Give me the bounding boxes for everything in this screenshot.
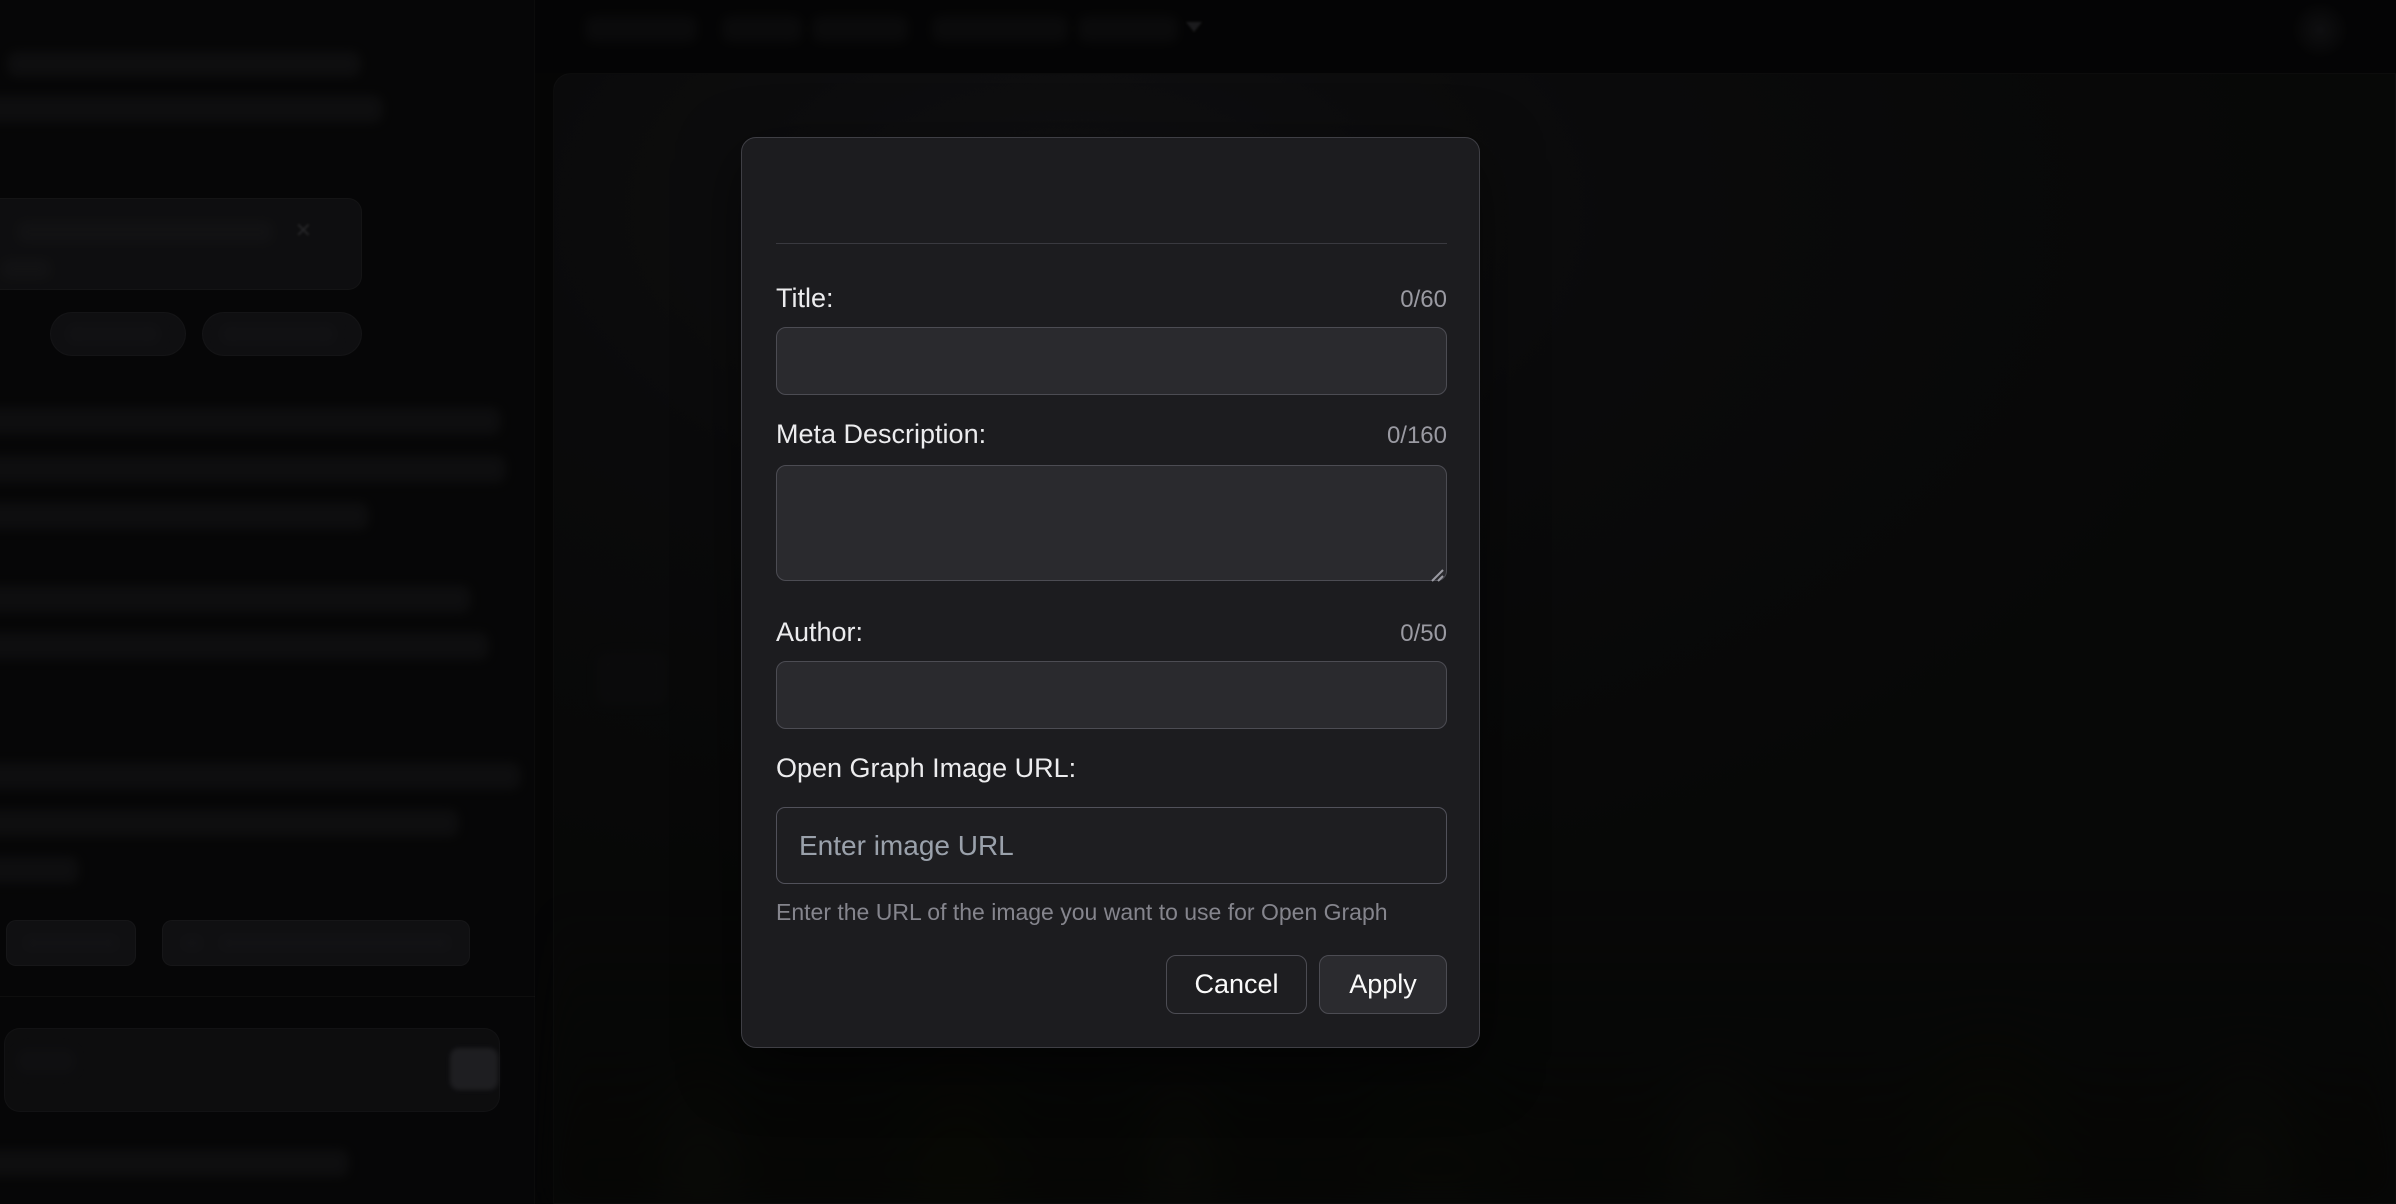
og-image-label: Open Graph Image URL: (776, 753, 1076, 783)
title-label: Title: (776, 283, 834, 314)
title-input[interactable] (776, 327, 1447, 395)
cancel-button[interactable]: Cancel (1166, 955, 1307, 1014)
author-label: Author: (776, 617, 863, 648)
og-image-field-header: Open Graph Image URL: (776, 753, 1447, 784)
og-helper-text: Enter the URL of the image you want to u… (776, 899, 1447, 926)
meta-description-counter: 0/160 (1387, 422, 1447, 450)
meta-description-field-header: Meta Description: 0/160 (776, 419, 1447, 450)
og-image-url-input[interactable] (776, 807, 1447, 884)
author-counter: 0/50 (1400, 620, 1447, 648)
meta-description-label: Meta Description: (776, 419, 986, 450)
divider (776, 243, 1447, 244)
title-counter: 0/60 (1400, 286, 1447, 314)
author-field-header: Author: 0/50 (776, 617, 1447, 648)
settings-modal: Settings Title: 0/60 Meta Description: 0… (741, 137, 1480, 1048)
app-window: ✕ (0, 0, 2396, 1204)
author-input[interactable] (776, 661, 1447, 729)
meta-description-textarea[interactable] (776, 465, 1447, 581)
apply-button[interactable]: Apply (1319, 955, 1447, 1014)
title-field-header: Title: 0/60 (776, 283, 1447, 314)
